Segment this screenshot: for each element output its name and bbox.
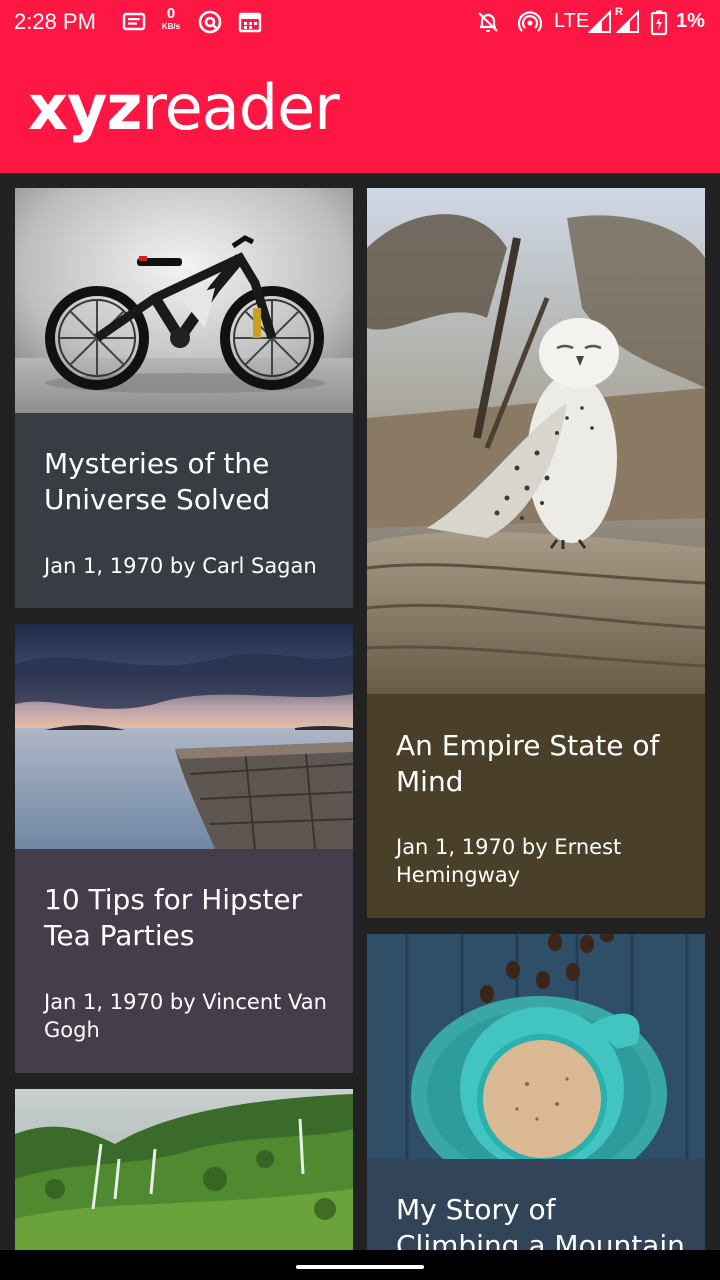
article-image-green-cliffs-waterfalls xyxy=(15,1089,353,1250)
battery-percent: 1% xyxy=(676,10,705,32)
app-logo: xyzreader xyxy=(28,68,340,148)
article-image-snowy-owl xyxy=(367,188,705,694)
article-card[interactable]: An Empire State of Mind Jan 1, 1970 by E… xyxy=(367,188,705,918)
network-type: LTE xyxy=(554,10,590,32)
article-card[interactable]: My Story of Climbing a Mountain xyxy=(367,934,705,1250)
roaming-label: R xyxy=(615,6,623,18)
article-title: An Empire State of Mind xyxy=(396,729,660,798)
battery-charging-icon xyxy=(650,10,668,36)
bell-off-icon xyxy=(476,10,500,34)
signal-icon xyxy=(587,9,612,34)
article-title: 10 Tips for Hipster Tea Parties xyxy=(44,883,303,952)
target-icon xyxy=(198,10,222,34)
logo-bold: xyz xyxy=(28,71,142,144)
article-title: Mysteries of the Universe Solved xyxy=(44,447,271,516)
logo-light: reader xyxy=(141,71,340,144)
status-time: 2:28 PM xyxy=(14,9,96,34)
app-bar: xyzreader xyxy=(0,46,720,173)
article-title: My Story of Climbing a Mountain xyxy=(396,1193,685,1250)
article-card[interactable]: Mysteries of the Universe Solved Jan 1, … xyxy=(15,188,353,608)
article-image-coffee-cup xyxy=(367,934,705,1159)
article-meta: Jan 1, 1970 by Ernest Hemingway xyxy=(396,835,622,887)
article-image-seashore-dusk xyxy=(15,624,353,849)
kbs-icon: 0 KB/s xyxy=(161,5,181,31)
article-meta: Jan 1, 1970 by Carl Sagan xyxy=(44,554,317,578)
article-meta: Jan 1, 1970 by Vincent Van Gogh xyxy=(44,990,327,1042)
hotspot-icon xyxy=(517,10,543,34)
message-icon xyxy=(122,10,146,34)
navigation-bar xyxy=(0,1250,720,1280)
article-card[interactable]: 10 Tips for Hipster Tea Parties Jan 1, 1… xyxy=(15,624,353,1073)
status-bar: 2:28 PM 0 KB/s LTE R 1% xyxy=(0,0,720,46)
calendar-icon xyxy=(238,10,262,34)
article-card[interactable] xyxy=(15,1089,353,1250)
home-gesture-handle[interactable] xyxy=(296,1265,424,1269)
article-image-bicycle xyxy=(15,188,353,413)
